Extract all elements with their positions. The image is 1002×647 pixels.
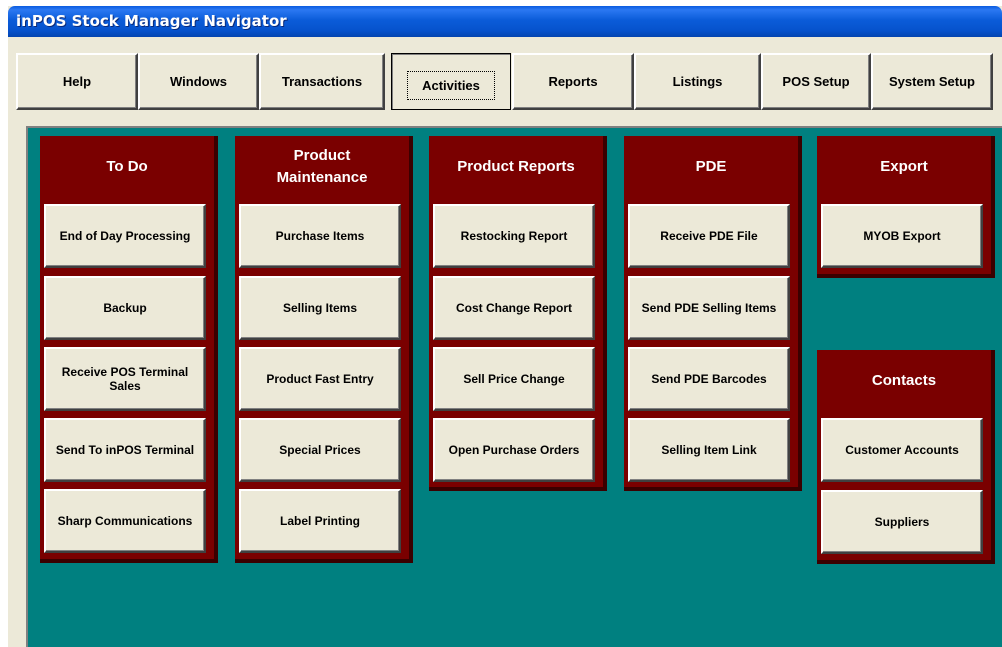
- product-maintenance-group-title: Product Maintenance: [276, 147, 368, 186]
- send-to-inpos-terminal-button[interactable]: Send To inPOS Terminal: [44, 418, 206, 482]
- reports-button[interactable]: Reports: [512, 53, 634, 110]
- help-button[interactable]: Help: [16, 53, 138, 110]
- todo-group-title: To Do: [106, 158, 148, 175]
- transactions-button[interactable]: Transactions: [259, 53, 385, 110]
- product-fast-entry-button[interactable]: Product Fast Entry: [239, 347, 401, 411]
- product-reports-group: Product Reports Restocking Report Cost C…: [429, 136, 607, 491]
- pos-setup-button-label: POS Setup: [782, 74, 850, 89]
- restocking-report-button[interactable]: Restocking Report: [433, 204, 595, 268]
- transactions-button-label: Transactions: [281, 74, 363, 89]
- backup-button[interactable]: Backup: [44, 276, 206, 340]
- activities-button-label: Activities: [407, 71, 495, 100]
- open-purchase-orders-button[interactable]: Open Purchase Orders: [433, 418, 595, 482]
- receive-pos-terminal-sales-button[interactable]: Receive POS Terminal Sales: [44, 347, 206, 411]
- listings-button[interactable]: Listings: [634, 53, 761, 110]
- system-setup-button[interactable]: System Setup: [871, 53, 993, 110]
- selling-items-button[interactable]: Selling Items: [239, 276, 401, 340]
- purchase-items-button[interactable]: Purchase Items: [239, 204, 401, 268]
- selling-item-link-button[interactable]: Selling Item Link: [628, 418, 790, 482]
- window-title: inPOS Stock Manager Navigator: [16, 12, 287, 30]
- contacts-group: Contacts Customer Accounts Suppliers: [817, 350, 995, 564]
- sharp-communications-button[interactable]: Sharp Communications: [44, 489, 206, 553]
- app-window: inPOS Stock Manager Navigator Help Windo…: [8, 6, 1002, 647]
- special-prices-button[interactable]: Special Prices: [239, 418, 401, 482]
- activities-button[interactable]: Activities: [391, 53, 511, 110]
- product-reports-group-title: Product Reports: [457, 158, 575, 175]
- reports-button-label: Reports: [548, 74, 598, 89]
- windows-button[interactable]: Windows: [138, 53, 259, 110]
- product-maintenance-group: Product Maintenance Purchase Items Selli…: [235, 136, 413, 563]
- help-button-label: Help: [62, 74, 92, 89]
- window-titlebar[interactable]: inPOS Stock Manager Navigator: [8, 6, 1002, 37]
- cost-change-report-button[interactable]: Cost Change Report: [433, 276, 595, 340]
- pde-group: PDE Receive PDE File Send PDE Selling It…: [624, 136, 802, 491]
- activities-panel: To Do End of Day Processing Backup Recei…: [26, 126, 1002, 647]
- customer-accounts-button[interactable]: Customer Accounts: [821, 418, 983, 482]
- todo-group: To Do End of Day Processing Backup Recei…: [40, 136, 218, 563]
- pde-group-title: PDE: [695, 158, 727, 175]
- windows-button-label: Windows: [170, 74, 227, 89]
- main-toolbar: Help Windows Transactions Activities Rep…: [8, 37, 1002, 118]
- myob-export-button[interactable]: MYOB Export: [821, 204, 983, 268]
- pos-setup-button[interactable]: POS Setup: [761, 53, 871, 110]
- contacts-group-title: Contacts: [871, 372, 937, 389]
- end-of-day-processing-button[interactable]: End of Day Processing: [44, 204, 206, 268]
- send-pde-barcodes-button[interactable]: Send PDE Barcodes: [628, 347, 790, 411]
- export-group-title: Export: [880, 158, 928, 175]
- receive-pde-file-button[interactable]: Receive PDE File: [628, 204, 790, 268]
- send-pde-selling-items-button[interactable]: Send PDE Selling Items: [628, 276, 790, 340]
- label-printing-button[interactable]: Label Printing: [239, 489, 401, 553]
- sell-price-change-button[interactable]: Sell Price Change: [433, 347, 595, 411]
- suppliers-button[interactable]: Suppliers: [821, 490, 983, 554]
- export-group: Export MYOB Export: [817, 136, 995, 278]
- system-setup-button-label: System Setup: [889, 74, 975, 89]
- listings-button-label: Listings: [672, 74, 723, 89]
